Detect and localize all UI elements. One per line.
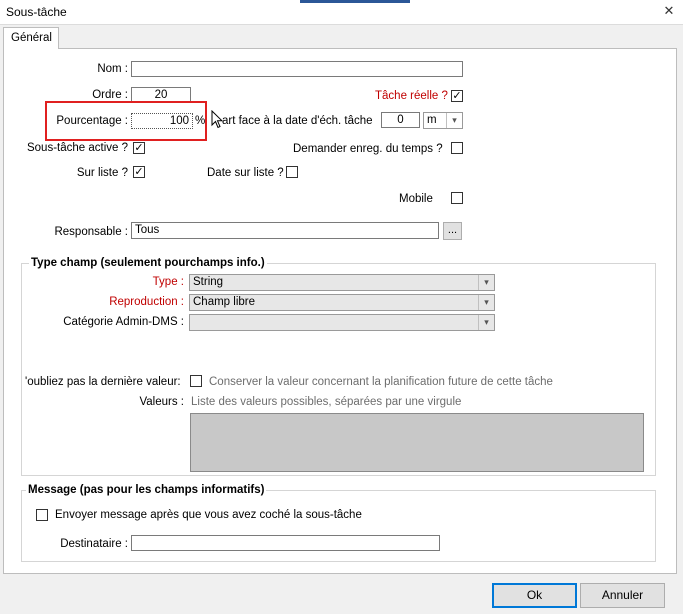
envoyer-message-label: Envoyer message après que vous avez coch… xyxy=(55,509,362,521)
responsable-input[interactable]: Tous xyxy=(131,222,439,239)
reproduction-label: Reproduction : xyxy=(109,296,184,308)
reproduction-value: Champ libre xyxy=(193,296,255,308)
sur-liste-label: Sur liste ? xyxy=(76,167,128,179)
type-select[interactable]: String ▾ xyxy=(189,274,495,291)
valeurs-hint: Liste des valeurs possibles, séparées pa… xyxy=(191,396,462,408)
ecart-unit-value: m xyxy=(427,114,437,126)
taskbar-hint xyxy=(300,0,410,3)
tab-general[interactable]: Général xyxy=(3,27,59,49)
mobile-label: Mobile xyxy=(399,193,433,205)
nom-label: Nom : xyxy=(97,63,128,75)
title-bar: Sous-tâche ✕ xyxy=(0,0,683,25)
categorie-label: Catégorie Admin-DMS : xyxy=(63,316,184,328)
responsable-browse-button[interactable]: ... xyxy=(443,222,462,240)
destinataire-input[interactable] xyxy=(131,535,440,551)
valeurs-label: Valeurs : xyxy=(139,396,184,408)
sous-tache-active-label: Sous-tâche active ? xyxy=(26,142,128,154)
destinataire-label: Destinataire : xyxy=(60,538,128,550)
ordre-label: Ordre : xyxy=(92,89,128,101)
pourcentage-label: Pourcentage : xyxy=(56,115,128,127)
message-title: Message (pas pour les champs informatifs… xyxy=(26,484,267,496)
chevron-down-icon: ▾ xyxy=(446,113,462,128)
tache-reelle-checkbox[interactable]: ✓ xyxy=(451,90,463,102)
nom-input[interactable] xyxy=(131,61,463,77)
ecart-unit-select[interactable]: m ▾ xyxy=(423,112,463,129)
conserver-checkbox[interactable] xyxy=(190,375,202,387)
pourcentage-unit: % xyxy=(195,115,206,127)
mobile-checkbox[interactable] xyxy=(451,192,463,204)
chevron-down-icon: ▾ xyxy=(478,315,494,330)
pourcentage-input[interactable]: 100 xyxy=(131,113,193,129)
tache-reelle-label: Tâche réelle ? xyxy=(375,90,448,102)
chevron-down-icon: ▾ xyxy=(478,275,494,290)
window-title: Sous-tâche xyxy=(6,5,67,19)
date-sur-liste-label: Date sur liste ? xyxy=(207,167,284,179)
type-label: Type : xyxy=(152,276,184,288)
date-sur-liste-checkbox[interactable] xyxy=(286,166,298,178)
message-group xyxy=(21,490,656,562)
ok-button[interactable]: Ok xyxy=(492,583,577,608)
type-value: String xyxy=(193,276,224,288)
ecart-label: art face à la date d'éch. tâche xyxy=(222,115,373,127)
tab-general-label: Général xyxy=(11,32,52,44)
sous-tache-active-checkbox[interactable]: ✓ xyxy=(133,142,145,154)
sur-liste-checkbox[interactable]: ✓ xyxy=(133,166,145,178)
responsable-label: Responsable : xyxy=(54,226,128,238)
envoyer-message-checkbox[interactable] xyxy=(36,509,48,521)
demander-enreg-checkbox[interactable] xyxy=(451,142,463,154)
demander-enreg-label: Demander enreg. du temps ? xyxy=(293,143,443,155)
reproduction-select[interactable]: Champ libre ▾ xyxy=(189,294,495,311)
chevron-down-icon: ▾ xyxy=(478,295,494,310)
oubliez-label: 'oubliez pas la dernière valeur: xyxy=(25,376,181,388)
close-icon[interactable]: ✕ xyxy=(661,3,677,19)
type-champ-title: Type champ (seulement pourchamps info.) xyxy=(29,257,267,269)
categorie-select[interactable]: ▾ xyxy=(189,314,495,331)
annuler-button[interactable]: Annuler xyxy=(580,583,665,608)
conserver-label: Conserver la valeur concernant la planif… xyxy=(209,376,553,388)
ecart-input[interactable]: 0 xyxy=(381,112,420,128)
valeurs-textarea[interactable] xyxy=(190,413,644,472)
